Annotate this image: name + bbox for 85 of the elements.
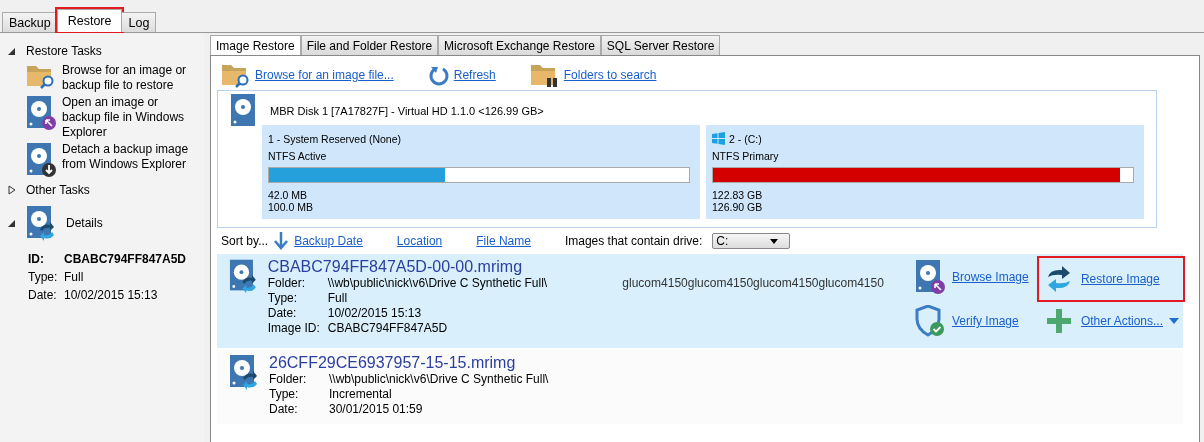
app-tab[interactable]: Restore xyxy=(56,9,123,32)
tab[interactable]: File and Folder Restore xyxy=(300,35,439,55)
toolbar-link[interactable]: Folders to search xyxy=(563,68,657,82)
total-size: 100.0 MB xyxy=(268,201,314,213)
image-row[interactable] xyxy=(217,254,1183,348)
sort-link[interactable]: Location xyxy=(396,234,443,248)
dropdown-caret-icon xyxy=(770,238,779,244)
tab[interactable]: SQL Server Restore xyxy=(600,35,721,55)
disk-download-icon xyxy=(26,142,56,178)
field-label: Date: xyxy=(269,402,299,416)
disk-icon xyxy=(26,205,56,241)
action-link[interactable]: Restore Image xyxy=(1080,272,1160,286)
task-link[interactable]: Open an image or backup file in Windows Explorer xyxy=(62,95,194,140)
field-value: 30/01/2015 01:59 xyxy=(329,402,424,416)
field-value: 10/02/2015 15:13 xyxy=(327,306,423,320)
folder-binoculars-icon xyxy=(529,62,560,88)
shield-check-icon xyxy=(914,305,945,337)
partition-name: 2 - (C:) xyxy=(729,132,762,145)
collapsed-triangle-icon[interactable] xyxy=(8,185,16,195)
disk-image-icon xyxy=(229,258,258,294)
swap-arrows-icon xyxy=(1045,265,1072,293)
field-label: Folder: xyxy=(267,276,307,290)
partition-name: 1 - System Reserved (None) xyxy=(268,132,402,145)
drive-dropdown[interactable]: C: xyxy=(712,233,791,249)
used-size: 42.0 MB xyxy=(268,189,309,201)
detail-value: 10/02/2015 15:13 xyxy=(64,288,159,302)
action-item[interactable]: Other Actions... xyxy=(1038,302,1183,340)
partition-card[interactable]: 1 - System Reserved (None) NTFS Active 42.0 MB 100.0 MB xyxy=(262,125,700,219)
disk-cursor-icon xyxy=(914,259,945,295)
action-item[interactable]: Browse Image xyxy=(909,258,1035,296)
section-title[interactable]: Restore Tasks xyxy=(26,44,102,58)
image-description: glucom4150glucom4150glucom4150glucom4150 xyxy=(622,276,885,290)
field-label: Type: xyxy=(267,291,299,305)
field-label: Image ID: xyxy=(267,321,321,335)
image-file-name: CBABC794FF847A5D-00-00.mrimg xyxy=(267,258,524,276)
task-link[interactable]: Browse for an image or backup file to restore xyxy=(62,63,194,93)
toolbar-link[interactable]: Browse for an image file... xyxy=(255,68,394,82)
field-label: Type: xyxy=(269,387,300,401)
plus-icon xyxy=(1046,309,1071,333)
sort-link[interactable]: File Name xyxy=(476,234,531,248)
folder-search-icon xyxy=(26,63,56,89)
action-link[interactable]: Browse Image xyxy=(951,270,1029,284)
partition-card[interactable]: 2 - (C:) NTFS Primary 122.83 GB 126.90 GB xyxy=(706,125,1144,219)
image-row[interactable]: 26CFF29CE6937957-15-15.mrimg Folder: \\wb\public\nick\v6\Drive C Synthetic Full\ Type: Incremental Date: 30/01/2015 01:59 xyxy=(217,350,1183,424)
expanded-triangle-icon[interactable] xyxy=(8,218,16,228)
detail-value: CBABC794FF847A5D xyxy=(64,252,188,266)
field-label: Folder: xyxy=(269,372,308,386)
action-link[interactable]: Verify Image xyxy=(951,314,1019,328)
field-value: \\wb\public\nick\v6\Drive C Synthetic Full\ xyxy=(329,372,550,386)
sort-label: Sort by... xyxy=(221,234,269,248)
detail-label: Type: xyxy=(28,270,56,284)
field-value: \\wb\public\nick\v6\Drive C Synthetic Full\ xyxy=(327,276,549,290)
action-item[interactable]: Verify Image xyxy=(909,302,1035,340)
partition-filesystem: NTFS Active xyxy=(268,150,328,162)
task-link[interactable]: Detach a backup image from Windows Explorer xyxy=(62,142,194,172)
field-label: Date: xyxy=(267,306,298,320)
detail-label: Date: xyxy=(28,288,56,302)
tab[interactable]: Microsoft Exchange Restore xyxy=(438,35,601,55)
action-item[interactable]: Restore Image xyxy=(1038,258,1183,300)
field-value: CBABC794FF847A5D xyxy=(327,321,449,335)
disk-cursor-icon xyxy=(26,95,56,131)
dropdown-caret-icon xyxy=(1169,318,1179,324)
expanded-triangle-icon[interactable] xyxy=(8,46,16,56)
sort-link[interactable]: Backup Date xyxy=(294,234,363,248)
refresh-icon xyxy=(427,64,450,86)
used-size: 122.83 GB xyxy=(712,189,764,201)
tab[interactable]: Image Restore xyxy=(210,35,301,55)
image-file-name: 26CFF29CE6937957-15-15.mrimg xyxy=(269,354,517,372)
total-size: 126.90 GB xyxy=(712,201,764,213)
section-title[interactable]: Other Tasks xyxy=(26,183,90,197)
drive-filter-label: Images that contain drive: xyxy=(564,234,703,248)
toolbar-link[interactable]: Refresh xyxy=(453,68,496,82)
action-link[interactable]: Other Actions... xyxy=(1080,314,1163,328)
down-arrow-icon xyxy=(274,232,289,250)
section-title[interactable]: Details xyxy=(66,216,103,230)
folder-search-icon xyxy=(221,62,251,88)
detail-value: Full xyxy=(64,270,85,284)
field-value: Full xyxy=(327,291,349,305)
disk-image-icon xyxy=(229,354,259,390)
app-tab[interactable]: Log xyxy=(121,12,157,32)
detail-label: ID: xyxy=(28,252,45,266)
field-value: Incremental xyxy=(329,387,393,401)
partition-filesystem: NTFS Primary xyxy=(712,150,780,162)
app-tab[interactable]: Backup xyxy=(2,12,58,32)
disk-title: MBR Disk 1 [7A17827F] - Virtual HD 1.1.0 <126.99 GB> xyxy=(270,105,544,117)
